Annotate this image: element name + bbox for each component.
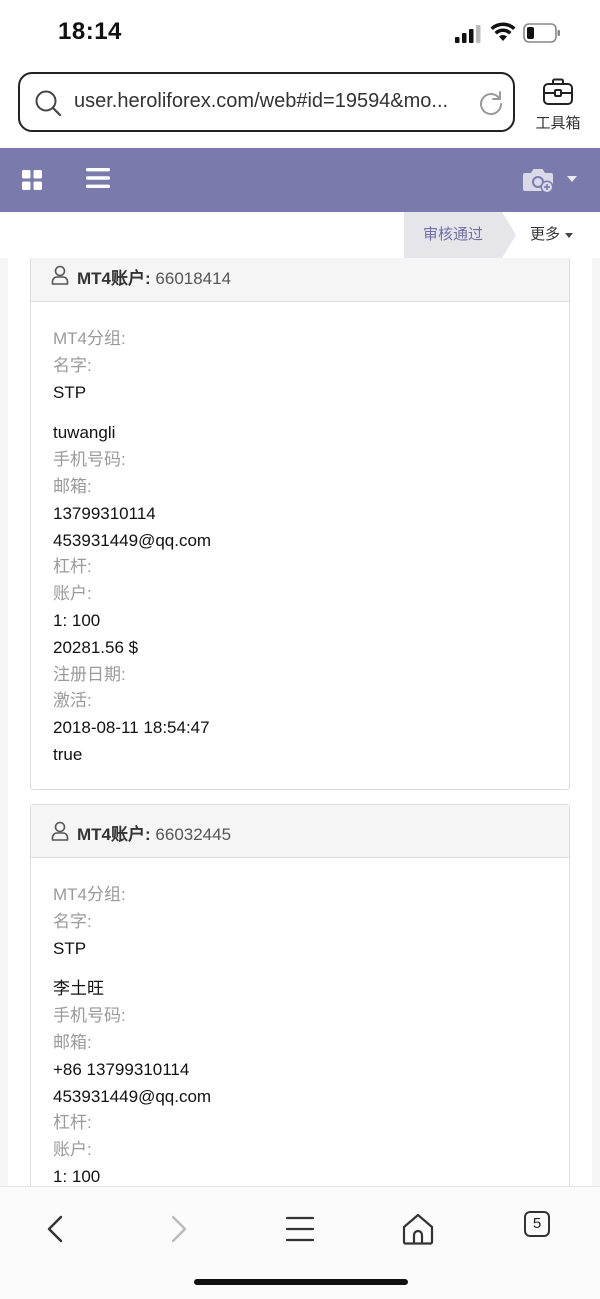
user-dropdown-caret-icon[interactable] [567,176,577,182]
field-label: 注册日期: [53,664,126,684]
browser-toolbar: user.heroliforex.com/web#id=19594&mo... … [0,66,600,148]
toolbox-button[interactable]: 工具箱 [530,78,586,138]
line-spacer [53,962,547,976]
field-label: 邮箱: [53,1032,92,1052]
mt4-account-panel-header: MT4账户: 66032445 [31,805,569,858]
mt4-account-panel-header: MT4账户: 66018414 [31,258,569,302]
menu-icon[interactable] [280,1209,320,1249]
battery-icon [523,23,560,43]
more-label: 更多 [530,226,561,243]
content-scroll-area[interactable]: MT4账户: 66018414 MT4分组: 名字: STP tuwangli 手机号码… [0,258,600,1186]
status-bar: 18:14 [0,0,600,66]
more-dropdown-button[interactable]: 更多 [530,212,574,258]
reload-icon[interactable] [478,90,504,116]
field-label: 邮箱: [53,476,92,496]
url-text[interactable]: user.heroliforex.com/web#id=19594&mo... [74,90,464,113]
field-label: 账户: [53,1140,92,1160]
status-time: 18:14 [58,18,122,45]
field-label: 手机号码: [53,1006,126,1026]
mt4-account-title-label: MT4账户: [77,269,151,288]
mt4-account-title: MT4账户: 66032445 [77,820,231,845]
mt4-account-number: 66018414 [155,269,232,288]
search-icon [35,90,62,117]
address-bar[interactable]: user.heroliforex.com/web#id=19594&mo... [18,72,515,132]
field-value: 1: 100 [53,1166,101,1186]
mt4-account-details: MT4分组: 名字: STP 李土旺手机号码: 邮箱: +86 13799310114 45… [31,858,569,1186]
field-value: 2018-08-11 18:54:47 [53,718,210,738]
hamburger-menu-icon[interactable] [86,167,110,189]
field-label: 名字: [53,911,92,931]
forward-icon[interactable] [158,1209,198,1249]
user-icon [51,821,69,841]
field-value: tuwangli [53,423,116,443]
mt4-account-details: MT4分组: 名字: STP tuwangli 手机号码: 邮箱: 13799310114 4… [31,302,569,789]
field-value: STP [53,382,87,402]
field-label: 账户: [53,584,92,604]
field-value: STP [53,938,87,958]
field-value: 1: 100 [53,610,101,630]
field-label: 激活: [53,691,92,711]
wifi-icon [490,22,516,41]
mt4-account-title-label: MT4账户: [77,825,151,844]
mt4-account-panel: MT4账户: 66032445 MT4分组: 名字: STP 李土旺手机号码: 邮箱: +… [30,804,570,1186]
field-label: 杠杆: [53,557,92,577]
mt4-account-title: MT4账户: 66018414 [77,264,231,289]
approved-status-step[interactable]: 审核通过 [404,212,502,258]
field-label: 手机号码: [53,450,126,470]
home-icon[interactable] [398,1209,438,1249]
field-label: MT4分组: [53,329,126,348]
toolbox-label: 工具箱 [535,115,581,132]
mt4-account-panel: MT4账户: 66018414 MT4分组: 名字: STP tuwangli 手机号码… [30,258,570,790]
field-value: 20281.56 $ [53,637,139,657]
user-icon [51,265,69,285]
field-value: true [53,744,83,764]
caret-down-icon [565,232,574,238]
field-label: 杠杆: [53,1113,92,1133]
mt4-account-number: 66032445 [155,825,232,844]
field-label: MT4分组: [53,885,126,904]
camera-add-icon[interactable] [522,166,556,194]
field-value: 李土旺 [53,979,104,999]
status-step-arrow [502,212,516,258]
home-indicator [194,1279,408,1285]
apps-grid-icon[interactable] [22,170,42,190]
field-value: 453931449@qq.com [53,1086,212,1106]
toolbox-icon [543,78,573,105]
app-header [0,148,600,212]
line-spacer [53,406,547,420]
field-value: 13799310114 [53,503,156,523]
field-value: +86 13799310114 [53,1059,190,1079]
status-action-bar: 审核通过 更多 [0,212,600,259]
tabs-count-button[interactable]: 5 [524,1211,550,1237]
back-icon[interactable] [36,1209,76,1249]
field-value: 453931449@qq.com [53,530,212,550]
cellular-signal-icon [455,25,481,43]
field-label: 名字: [53,355,92,375]
